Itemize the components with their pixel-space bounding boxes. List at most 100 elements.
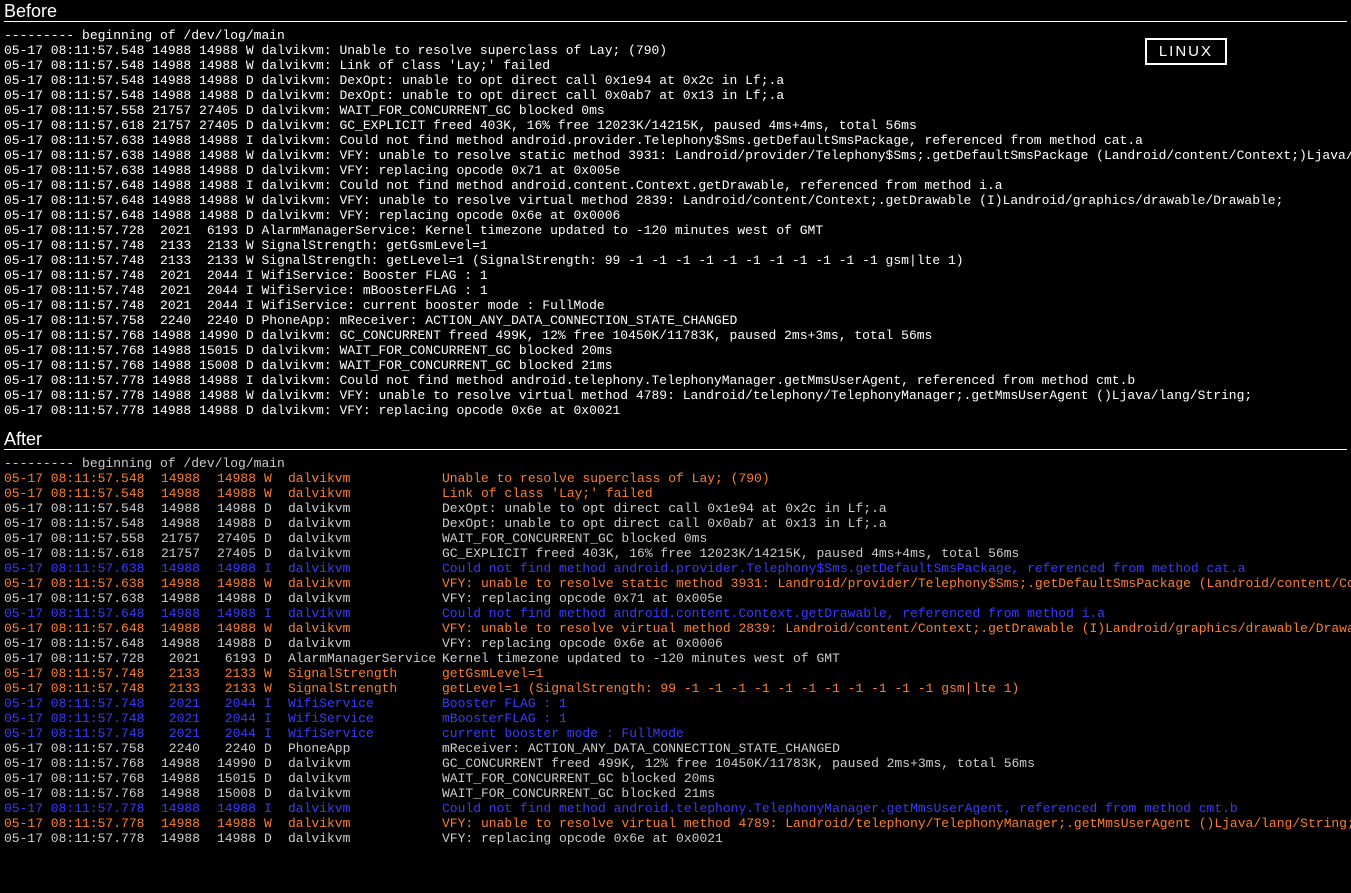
log-tid: 2133 — [208, 666, 264, 681]
log-pid: 21757 — [152, 531, 208, 546]
log-lvl: W — [264, 576, 288, 591]
log-tag: dalvikvm — [288, 831, 442, 846]
log-row[interactable]: 05-17 08:11:57.74820212044IWifiServicemB… — [4, 711, 1347, 726]
after-title: After — [4, 432, 1347, 447]
log-tid: 2044 — [208, 696, 264, 711]
log-ts: 05-17 08:11:57.638 — [4, 591, 152, 606]
log-tag: dalvikvm — [288, 636, 442, 651]
log-lvl: I — [264, 711, 288, 726]
log-tid: 14988 — [208, 486, 264, 501]
log-tid: 14988 — [208, 816, 264, 831]
log-tag: dalvikvm — [288, 471, 442, 486]
log-pid: 2021 — [152, 726, 208, 741]
log-pid: 2133 — [152, 681, 208, 696]
log-pid: 2133 — [152, 666, 208, 681]
log-tag: dalvikvm — [288, 561, 442, 576]
log-lvl: I — [264, 606, 288, 621]
log-pid: 21757 — [152, 546, 208, 561]
log-msg: Unable to resolve superclass of Lay; (79… — [442, 471, 770, 486]
log-row[interactable]: 05-17 08:11:57.6381498814988DdalvikvmVFY… — [4, 591, 1347, 606]
log-ts: 05-17 08:11:57.638 — [4, 561, 152, 576]
log-lvl: W — [264, 816, 288, 831]
log-tag: dalvikvm — [288, 756, 442, 771]
log-tid: 2133 — [208, 681, 264, 696]
log-row[interactable]: 05-17 08:11:57.74820212044IWifiServicecu… — [4, 726, 1347, 741]
log-pid: 14988 — [152, 816, 208, 831]
log-lvl: I — [264, 726, 288, 741]
log-row[interactable]: 05-17 08:11:57.6381498814988IdalvikvmCou… — [4, 561, 1347, 576]
log-msg: VFY: unable to resolve virtual method 28… — [442, 621, 1351, 636]
log-pid: 14988 — [152, 621, 208, 636]
log-msg: WAIT_FOR_CONCURRENT_GC blocked 0ms — [442, 531, 707, 546]
log-row[interactable]: 05-17 08:11:57.5481498814988DdalvikvmDex… — [4, 501, 1347, 516]
log-row[interactable]: 05-17 08:11:57.6182175727405DdalvikvmGC_… — [4, 546, 1347, 561]
log-row[interactable]: 05-17 08:11:57.74821332133WSignalStrengt… — [4, 666, 1347, 681]
log-pid: 14988 — [152, 516, 208, 531]
log-lvl: D — [264, 831, 288, 846]
log-row[interactable]: 05-17 08:11:57.7781498814988IdalvikvmCou… — [4, 801, 1347, 816]
log-pid: 14988 — [152, 756, 208, 771]
log-lvl: D — [264, 501, 288, 516]
log-tag: dalvikvm — [288, 816, 442, 831]
log-tag: SignalStrength — [288, 666, 442, 681]
log-row[interactable]: 05-17 08:11:57.5481498814988DdalvikvmDex… — [4, 516, 1347, 531]
log-row[interactable]: 05-17 08:11:57.6481498814988IdalvikvmCou… — [4, 606, 1347, 621]
log-lvl: D — [264, 546, 288, 561]
log-row[interactable]: 05-17 08:11:57.6381498814988WdalvikvmVFY… — [4, 576, 1347, 591]
log-msg: GC_CONCURRENT freed 499K, 12% free 10450… — [442, 756, 1035, 771]
log-ts: 05-17 08:11:57.778 — [4, 801, 152, 816]
log-tid: 14988 — [208, 591, 264, 606]
log-row[interactable]: 05-17 08:11:57.6481498814988WdalvikvmVFY… — [4, 621, 1347, 636]
linux-badge: LINUX — [1145, 38, 1227, 65]
log-lvl: D — [264, 771, 288, 786]
log-tag: PhoneApp — [288, 741, 442, 756]
log-pid: 2240 — [152, 741, 208, 756]
after-log[interactable]: --------- beginning of /dev/log/main05-1… — [4, 456, 1347, 846]
after-separator — [4, 449, 1347, 450]
log-tid: 14988 — [208, 516, 264, 531]
log-tag: WifiService — [288, 726, 442, 741]
before-title: Before — [4, 4, 1347, 19]
log-pid: 14988 — [152, 771, 208, 786]
log-row[interactable]: 05-17 08:11:57.5481498814988WdalvikvmLin… — [4, 486, 1347, 501]
before-log[interactable]: --------- beginning of /dev/log/main 05-… — [4, 28, 1347, 418]
log-pid: 14988 — [152, 801, 208, 816]
log-pid: 14988 — [152, 591, 208, 606]
log-msg: GC_EXPLICIT freed 403K, 16% free 12023K/… — [442, 546, 1019, 561]
log-tag: WifiService — [288, 711, 442, 726]
log-row[interactable]: 05-17 08:11:57.7681498815015DdalvikvmWAI… — [4, 771, 1347, 786]
log-row[interactable]: 05-17 08:11:57.7681498814990DdalvikvmGC_… — [4, 756, 1347, 771]
log-row[interactable]: 05-17 08:11:57.72820216193DAlarmManagerS… — [4, 651, 1347, 666]
log-ts: 05-17 08:11:57.778 — [4, 831, 152, 846]
log-msg: WAIT_FOR_CONCURRENT_GC blocked 21ms — [442, 786, 715, 801]
log-row[interactable]: 05-17 08:11:57.7781498814988WdalvikvmVFY… — [4, 816, 1347, 831]
log-ts: 05-17 08:11:57.748 — [4, 666, 152, 681]
log-lvl: D — [264, 516, 288, 531]
log-row[interactable]: 05-17 08:11:57.7781498814988DdalvikvmVFY… — [4, 831, 1347, 846]
log-pid: 14988 — [152, 606, 208, 621]
log-row[interactable]: 05-17 08:11:57.7681498815008DdalvikvmWAI… — [4, 786, 1347, 801]
log-tid: 6193 — [208, 651, 264, 666]
log-ts: 05-17 08:11:57.618 — [4, 546, 152, 561]
log-row[interactable]: 05-17 08:11:57.74820212044IWifiServiceBo… — [4, 696, 1347, 711]
log-lvl: I — [264, 696, 288, 711]
log-ts: 05-17 08:11:57.778 — [4, 816, 152, 831]
log-pid: 14988 — [152, 471, 208, 486]
log-lvl: D — [264, 636, 288, 651]
log-msg: VFY: replacing opcode 0x6e at 0x0021 — [442, 831, 723, 846]
log-tid: 14988 — [208, 576, 264, 591]
log-ts: 05-17 08:11:57.548 — [4, 516, 152, 531]
log-tid: 14988 — [208, 636, 264, 651]
log-row[interactable]: 05-17 08:11:57.5582175727405DdalvikvmWAI… — [4, 531, 1347, 546]
log-lvl: D — [264, 741, 288, 756]
log-tid: 14988 — [208, 561, 264, 576]
log-row[interactable]: 05-17 08:11:57.5481498814988WdalvikvmUna… — [4, 471, 1347, 486]
log-msg: VFY: replacing opcode 0x71 at 0x005e — [442, 591, 723, 606]
log-msg: VFY: unable to resolve static method 393… — [442, 576, 1351, 591]
log-msg: Booster FLAG : 1 — [442, 696, 567, 711]
log-row[interactable]: 05-17 08:11:57.6481498814988DdalvikvmVFY… — [4, 636, 1347, 651]
log-row[interactable]: 05-17 08:11:57.74821332133WSignalStrengt… — [4, 681, 1347, 696]
log-lvl: W — [264, 471, 288, 486]
log-row[interactable]: 05-17 08:11:57.75822402240DPhoneAppmRece… — [4, 741, 1347, 756]
log-lvl: D — [264, 756, 288, 771]
